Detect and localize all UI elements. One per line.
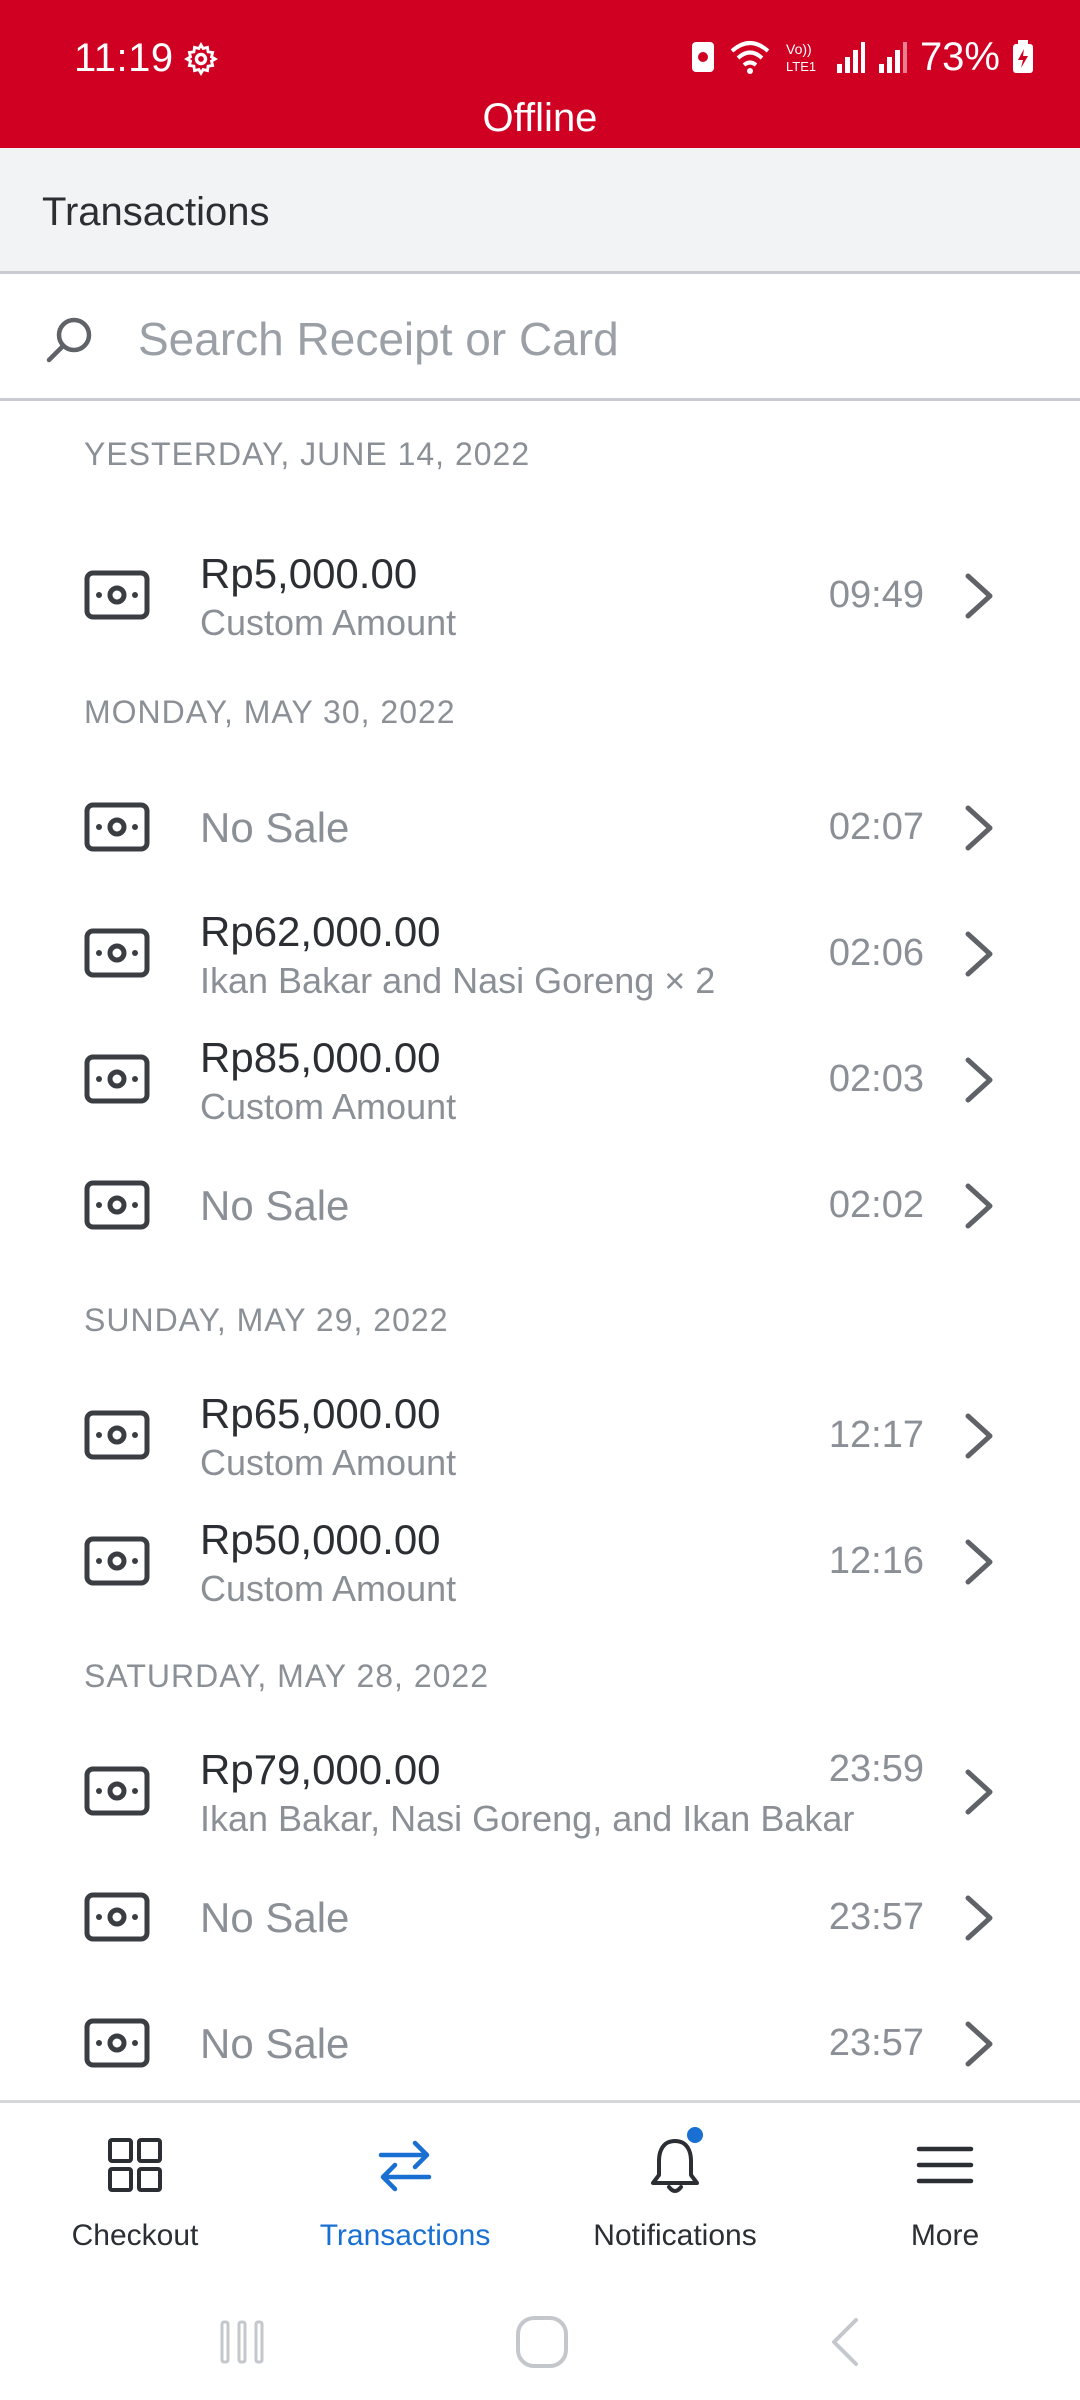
battery-charging-icon	[1013, 40, 1033, 73]
transaction-row[interactable]: No Sale 23:57	[0, 1980, 1080, 2100]
cash-icon	[84, 1766, 150, 1816]
transaction-time: 23:57	[828, 1896, 924, 1938]
transaction-time: 02:02	[828, 1184, 924, 1226]
chevron-right-icon	[965, 1413, 993, 1459]
offline-banner: Offline	[482, 96, 598, 140]
svg-text:LTE1: LTE1	[786, 59, 816, 74]
home-icon[interactable]	[512, 2312, 572, 2372]
chevron-right-icon	[965, 1539, 993, 1585]
cash-icon	[84, 1180, 150, 1230]
transaction-description: Ikan Bakar, Nasi Goreng, and Ikan Bakar	[200, 1798, 855, 1839]
transaction-time: 12:16	[828, 1540, 924, 1582]
tab-notifications[interactable]: Notifications	[540, 2103, 810, 2275]
chevron-right-icon	[965, 1057, 993, 1103]
transaction-row[interactable]: No Sale 02:07	[0, 764, 1080, 890]
transaction-amount: Rp5,000.00	[200, 550, 418, 597]
transaction-amount: Rp79,000.00	[200, 1746, 441, 1793]
system-nav-bar	[0, 2272, 1080, 2400]
sim-alert-icon	[691, 42, 714, 72]
transaction-time: 23:57	[828, 2022, 924, 2064]
cash-icon	[84, 1892, 150, 1942]
chevron-right-icon	[965, 573, 993, 619]
section-date-header: SATURDAY, MAY 28, 2022	[84, 1658, 489, 1694]
transaction-amount: Rp50,000.00	[200, 1516, 441, 1563]
cash-icon	[84, 1536, 150, 1586]
grid-icon	[108, 2138, 162, 2192]
transaction-description: Custom Amount	[200, 1442, 457, 1483]
transaction-description: Custom Amount	[200, 1568, 457, 1609]
transaction-description: Ikan Bakar and Nasi Goreng × 2	[200, 960, 716, 1001]
section-date-header: MONDAY, MAY 30, 2022	[84, 694, 456, 730]
cash-icon	[84, 2018, 150, 2068]
transaction-row[interactable]: Rp85,000.00 Custom Amount 02:03	[0, 1016, 1080, 1142]
cash-icon	[84, 928, 150, 978]
notification-badge	[684, 2124, 706, 2146]
chevron-right-icon	[965, 1769, 993, 1815]
signal-icon	[878, 42, 907, 73]
transaction-row[interactable]: Rp62,000.00 Ikan Bakar and Nasi Goreng ×…	[0, 890, 1080, 1016]
transaction-time: 02:06	[828, 932, 924, 974]
signal-icon	[836, 42, 865, 73]
chevron-right-icon	[965, 931, 993, 977]
wifi-icon	[730, 41, 770, 74]
transaction-time: 09:49	[828, 574, 924, 616]
no-sale-label: No Sale	[200, 1894, 350, 1941]
back-icon[interactable]	[816, 2312, 876, 2372]
transaction-time: 02:07	[828, 806, 924, 848]
battery-percent: 73%	[919, 34, 1000, 79]
transaction-amount: Rp65,000.00	[200, 1390, 441, 1437]
tab-label: Notifications	[593, 2219, 757, 2252]
transaction-time: 12:17	[828, 1414, 924, 1456]
search-icon	[46, 317, 92, 363]
cash-icon	[84, 1054, 150, 1104]
transaction-row[interactable]: No Sale 02:02	[0, 1142, 1080, 1268]
gear-icon	[184, 42, 218, 76]
no-sale-label: No Sale	[200, 2020, 350, 2067]
search-input[interactable]	[138, 303, 1038, 375]
section-date-header: YESTERDAY, JUNE 14, 2022	[84, 436, 531, 472]
recent-apps-icon[interactable]	[212, 2312, 272, 2372]
chevron-right-icon	[965, 1895, 993, 1941]
search-bar	[0, 277, 1080, 401]
no-sale-label: No Sale	[200, 1182, 350, 1229]
section-date-header: SUNDAY, MAY 29, 2022	[84, 1302, 449, 1338]
transaction-time: 23:59	[828, 1748, 924, 1790]
tab-label: Transactions	[319, 2219, 491, 2252]
chevron-right-icon	[965, 2021, 993, 2067]
transactions-list[interactable]: YESTERDAY, JUNE 14, 2022 Rp5,000.00 Cust…	[0, 404, 1080, 2100]
transaction-description: Custom Amount	[200, 602, 457, 643]
tab-checkout[interactable]: Checkout	[0, 2103, 270, 2275]
transaction-row[interactable]: Rp65,000.00 Custom Amount 12:17	[0, 1372, 1080, 1498]
bottom-tab-bar: Checkout Transactions Notifications More	[0, 2100, 1080, 2272]
transaction-row[interactable]: Rp5,000.00 Custom Amount 09:49	[0, 532, 1080, 658]
transaction-amount: Rp85,000.00	[200, 1034, 441, 1081]
tab-more[interactable]: More	[810, 2103, 1080, 2275]
transaction-time: 02:03	[828, 1058, 924, 1100]
svg-text:Vo)): Vo))	[786, 41, 812, 57]
cash-icon	[84, 1410, 150, 1460]
chevron-right-icon	[965, 1183, 993, 1229]
swap-arrows-icon	[378, 2140, 432, 2192]
volte-icon: Vo)) LTE1	[786, 41, 816, 74]
transaction-amount: Rp62,000.00	[200, 908, 441, 955]
transaction-row[interactable]: Rp50,000.00 Custom Amount 12:16	[0, 1498, 1080, 1624]
transaction-description: Custom Amount	[200, 1086, 457, 1127]
transaction-row[interactable]: Rp79,000.00 Ikan Bakar, Nasi Goreng, and…	[0, 1728, 1080, 1854]
cash-icon	[84, 570, 150, 620]
tab-label: More	[910, 2219, 980, 2252]
hamburger-menu-icon	[916, 2146, 974, 2184]
page-header: Transactions	[0, 148, 1080, 274]
page-title: Transactions	[42, 190, 270, 234]
cash-icon	[84, 802, 150, 852]
transaction-row[interactable]: No Sale 23:57	[0, 1854, 1080, 1980]
tab-transactions[interactable]: Transactions	[270, 2103, 540, 2275]
status-bar: 11:19 Vo)) LTE1 73% Offline	[0, 0, 1080, 148]
tab-label: Checkout	[71, 2219, 199, 2252]
status-time: 11:19	[74, 36, 174, 80]
no-sale-label: No Sale	[200, 804, 350, 851]
chevron-right-icon	[965, 805, 993, 851]
